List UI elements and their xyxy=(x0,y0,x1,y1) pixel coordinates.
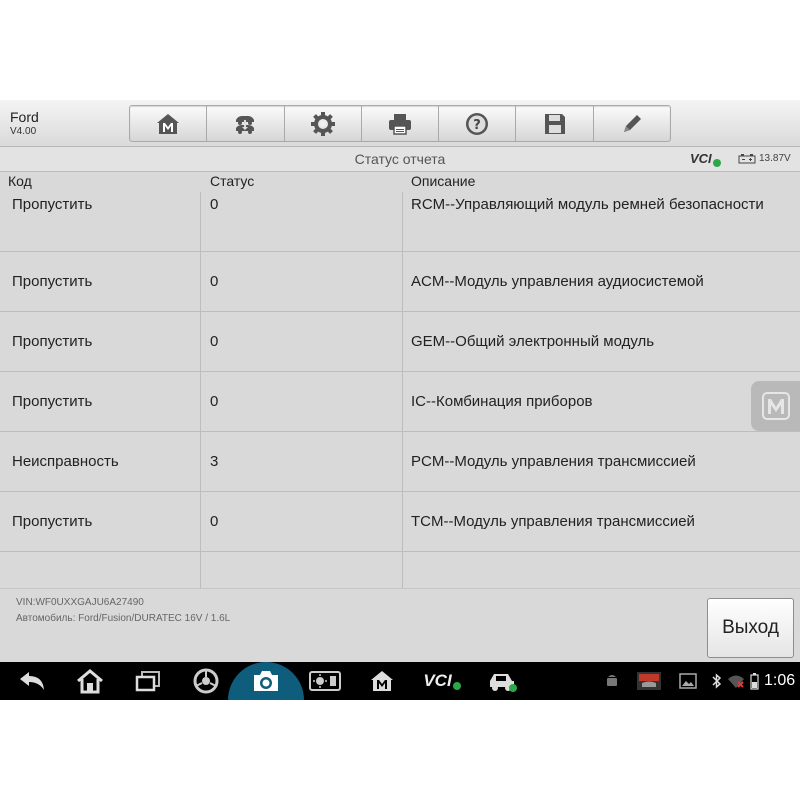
recent-apps-button[interactable] xyxy=(128,662,168,700)
row-code: Пропустить xyxy=(12,196,93,213)
row-code: Пропустить xyxy=(12,333,93,350)
home-nav-button[interactable] xyxy=(70,662,110,700)
battery-indicator xyxy=(748,662,760,700)
row-status: 0 xyxy=(210,333,219,350)
row-code: Пропустить xyxy=(12,393,93,410)
notification-app[interactable] xyxy=(634,662,664,700)
image-icon xyxy=(679,673,697,689)
row-code: Неисправность xyxy=(12,453,119,470)
wifi-indicator xyxy=(726,662,746,700)
table-row[interactable]: Пропустить 0 RCM--Управляющий модуль рем… xyxy=(0,192,800,252)
display-brightness-button[interactable] xyxy=(304,662,346,700)
header-status: Статус xyxy=(210,173,255,189)
brand-name: Ford xyxy=(10,109,39,125)
vehicle-info: Автомобиль: Ford/Fusion/DURATEC 16V / 1.… xyxy=(16,613,231,624)
app-version: V4.00 xyxy=(10,126,37,137)
help-button[interactable]: ? xyxy=(439,106,517,141)
wifi-off-icon xyxy=(728,675,744,688)
home-nav-icon xyxy=(77,669,103,694)
car-status-icon xyxy=(490,674,517,692)
row-description: ACM--Модуль управления аудиосистемой xyxy=(411,273,704,290)
header-description: Описание xyxy=(411,173,476,189)
home-button[interactable] xyxy=(130,106,208,141)
row-description: RCM--Управляющий модуль ремней безопасно… xyxy=(411,196,764,213)
back-arrow-icon xyxy=(20,672,44,690)
app-screen: Ford V4.00 ? Статус отчета VCI 13.87V Ко… xyxy=(0,100,800,700)
header-code: Код xyxy=(8,173,32,189)
brightness-icon xyxy=(309,671,341,691)
vci-manager-button[interactable]: VCI xyxy=(418,662,466,700)
app-thumbnail-icon xyxy=(637,672,661,690)
battery-voltage: 13.87V xyxy=(759,153,791,164)
svg-text:?: ? xyxy=(473,118,481,133)
usb-debug-indicator xyxy=(602,662,622,700)
android-debug-icon xyxy=(607,675,617,686)
report-table: Пропустить 0 RCM--Управляющий модуль рем… xyxy=(0,192,800,612)
row-description: GEM--Общий электронный модуль xyxy=(411,333,655,350)
system-nav-bar: VCI 1:06 xyxy=(0,662,800,700)
row-description: IC--Комбинация приборов xyxy=(411,393,593,410)
table-row[interactable]: Пропустить 0 GEM--Общий электронный моду… xyxy=(0,312,800,372)
recent-apps-icon xyxy=(135,671,160,692)
gallery-notification[interactable] xyxy=(676,662,700,700)
vin-text: VIN:WF0UXXGAJU6A27490 xyxy=(16,597,144,608)
screenshot-button[interactable] xyxy=(246,662,286,700)
maxi-app-button[interactable] xyxy=(362,662,402,700)
table-row[interactable]: Пропустить 0 TCM--Модуль управления тран… xyxy=(0,492,800,552)
home-icon xyxy=(157,113,180,134)
floating-maxi-button[interactable] xyxy=(751,381,800,431)
top-bar: Ford V4.00 ? xyxy=(0,100,800,147)
system-clock: 1:06 xyxy=(764,672,796,689)
printer-icon xyxy=(388,113,411,135)
row-status: 0 xyxy=(210,196,219,213)
row-status: 0 xyxy=(210,393,219,410)
settings-button[interactable] xyxy=(285,106,362,141)
table-row[interactable]: Неисправность 3 PCM--Модуль управления т… xyxy=(0,432,800,492)
vci-indicator: VCI xyxy=(690,151,712,166)
exit-button[interactable]: Выход xyxy=(707,598,794,658)
vehicle-swap-button[interactable] xyxy=(207,106,285,141)
maxi-home-icon xyxy=(371,671,393,691)
main-toolbar: ? xyxy=(129,105,671,142)
bluetooth-icon xyxy=(712,673,722,689)
row-status: 0 xyxy=(210,273,219,290)
battery-icon xyxy=(738,154,756,164)
report-title: Статус отчета xyxy=(354,151,446,167)
row-description: PCM--Модуль управления трансмиссией xyxy=(411,453,696,470)
report-status-strip: Статус отчета VCI 13.87V xyxy=(0,147,800,172)
save-icon xyxy=(544,113,565,134)
table-row[interactable]: Пропустить 0 ACM--Модуль управления ауди… xyxy=(0,252,800,312)
browser-button[interactable] xyxy=(186,662,226,700)
tablet-battery-icon xyxy=(749,672,759,690)
row-description: TCM--Модуль управления трансмиссией xyxy=(411,513,695,530)
row-status: 3 xyxy=(210,453,219,470)
row-status: 0 xyxy=(210,513,219,530)
brand-block: Ford V4.00 xyxy=(10,109,39,139)
vci-connected-icon xyxy=(713,159,721,167)
pencil-icon xyxy=(623,114,641,132)
report-footer: VIN:WF0UXXGAJU6A27490 Автомобиль: Ford/F… xyxy=(0,588,800,663)
browser-icon xyxy=(193,668,219,694)
print-button[interactable] xyxy=(362,106,440,141)
edit-button[interactable] xyxy=(594,106,670,141)
camera-icon xyxy=(254,671,278,691)
save-button[interactable] xyxy=(516,106,594,141)
row-code: Пропустить xyxy=(12,273,93,290)
maxi-logo-icon xyxy=(762,392,790,420)
bluetooth-indicator xyxy=(710,662,724,700)
vehicle-status-button[interactable] xyxy=(482,662,522,700)
vehicle-swap-icon xyxy=(236,115,255,134)
table-row[interactable]: Пропустить 0 IC--Комбинация приборов xyxy=(0,372,800,432)
settings-gear-icon xyxy=(310,111,335,136)
vci-nav-check-icon xyxy=(452,682,461,690)
row-code: Пропустить xyxy=(12,513,93,530)
vci-nav-label: VCI xyxy=(423,671,452,690)
back-button[interactable] xyxy=(12,662,52,700)
help-icon: ? xyxy=(466,112,489,135)
